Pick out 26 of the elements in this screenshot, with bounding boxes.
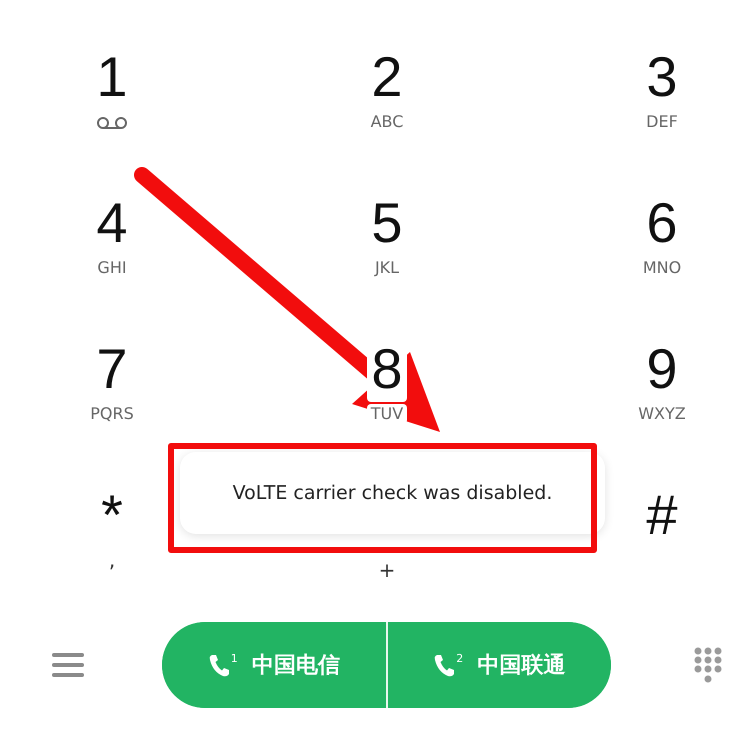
dial-key[interactable]: 4 [96, 190, 128, 256]
key-letters: GHI [97, 258, 127, 278]
key-letters: + [378, 560, 396, 580]
key-letters: DEF [646, 112, 678, 132]
dial-key[interactable]: 3 [646, 44, 678, 110]
dial-key[interactable]: 7 [96, 336, 128, 402]
dial-key[interactable]: 2 [371, 44, 403, 110]
dial-key[interactable]: 1 [96, 44, 128, 110]
key-letters: , [108, 550, 116, 570]
dialpad-icon[interactable] [693, 646, 723, 684]
key-letters: WXYZ [638, 404, 686, 424]
key-letters: JKL [374, 258, 400, 278]
toast-message: VoLTE carrier check was disabled. [232, 482, 552, 504]
dial-key[interactable]: 5 [371, 190, 403, 256]
phone-icon [433, 653, 456, 677]
menu-icon[interactable] [52, 652, 84, 678]
dial-key[interactable]: 6 [646, 190, 678, 256]
dial-key[interactable]: * [101, 482, 123, 548]
key-letters: TUV [366, 404, 408, 424]
key-letters: MNO [642, 258, 682, 278]
key-letters: ABC [370, 112, 404, 132]
key-letters: PQRS [90, 404, 134, 424]
voicemail-icon [96, 116, 128, 130]
dial-key[interactable]: # [646, 482, 678, 548]
dial-key[interactable]: 9 [646, 336, 678, 402]
phone-icon [208, 653, 230, 677]
